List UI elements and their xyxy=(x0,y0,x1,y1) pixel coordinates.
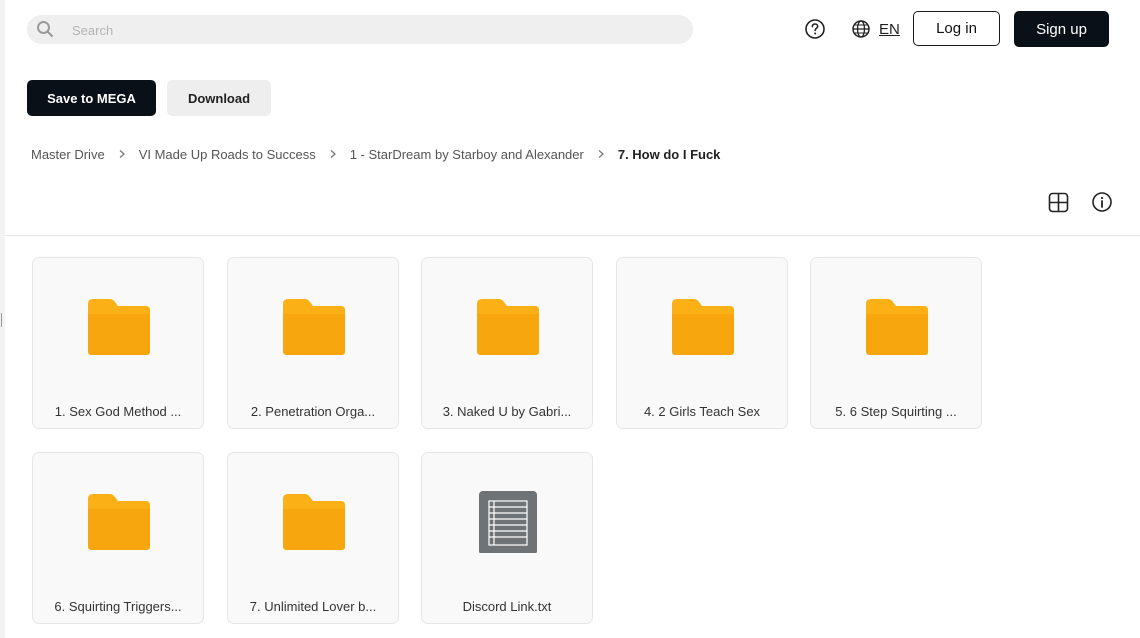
folder-tile[interactable]: 2. Penetration Orga... xyxy=(227,257,399,429)
item-name: Discord Link.txt xyxy=(462,599,552,614)
login-button[interactable]: Log in xyxy=(913,11,1000,46)
folder-tile[interactable]: 5. 6 Step Squirting ... xyxy=(810,257,982,429)
folder-icon xyxy=(88,494,150,550)
globe-icon xyxy=(852,20,870,38)
breadcrumb-item[interactable]: VI Made Up Roads to Success xyxy=(139,147,316,162)
folder-icon xyxy=(88,299,150,355)
panel-resize-handle[interactable] xyxy=(1,313,2,327)
language-code[interactable]: EN xyxy=(879,21,900,38)
folder-tile[interactable]: 4. 2 Girls Teach Sex xyxy=(616,257,788,429)
item-name: 3. Naked U by Gabri... xyxy=(442,404,572,419)
signup-button[interactable]: Sign up xyxy=(1014,11,1109,47)
item-name: 6. Squirting Triggers... xyxy=(54,599,182,614)
info-icon[interactable] xyxy=(1091,191,1113,213)
item-name: 1. Sex God Method ... xyxy=(54,404,182,419)
text-file-icon xyxy=(479,491,537,553)
item-name: 5. 6 Step Squirting ... xyxy=(835,404,957,419)
folder-tile[interactable]: 6. Squirting Triggers... xyxy=(32,452,204,624)
search-bar[interactable] xyxy=(27,15,693,46)
breadcrumb: Master Drive VI Made Up Roads to Success… xyxy=(31,144,720,164)
item-name: 7. Unlimited Lover b... xyxy=(249,599,377,614)
folder-icon xyxy=(672,299,734,355)
search-input[interactable] xyxy=(70,15,674,46)
grid-view-icon[interactable] xyxy=(1048,192,1069,213)
item-name: 4. 2 Girls Teach Sex xyxy=(643,404,761,419)
item-name: 2. Penetration Orga... xyxy=(250,404,376,419)
chevron-right-icon xyxy=(119,150,125,158)
folder-icon xyxy=(283,299,345,355)
breadcrumb-item[interactable]: 1 - StarDream by Starboy and Alexander xyxy=(350,147,584,162)
folder-tile[interactable]: 3. Naked U by Gabri... xyxy=(421,257,593,429)
folder-icon xyxy=(283,494,345,550)
folder-tile[interactable]: 1. Sex God Method ... xyxy=(32,257,204,429)
folder-icon xyxy=(477,299,539,355)
language-selector[interactable]: EN xyxy=(851,18,900,40)
text-file-tile[interactable]: Discord Link.txt xyxy=(421,452,593,624)
chevron-right-icon xyxy=(330,150,336,158)
download-button[interactable]: Download xyxy=(167,80,271,116)
breadcrumb-item[interactable]: Master Drive xyxy=(31,147,105,162)
search-icon xyxy=(37,21,53,37)
folder-tile[interactable]: 7. Unlimited Lover b... xyxy=(227,452,399,624)
chevron-right-icon xyxy=(598,150,604,158)
breadcrumb-current: 7. How do I Fuck xyxy=(617,146,721,162)
help-circle-icon[interactable] xyxy=(804,18,826,40)
content-divider xyxy=(5,235,1140,236)
folder-icon xyxy=(866,299,928,355)
save-to-mega-button[interactable]: Save to MEGA xyxy=(27,80,156,116)
